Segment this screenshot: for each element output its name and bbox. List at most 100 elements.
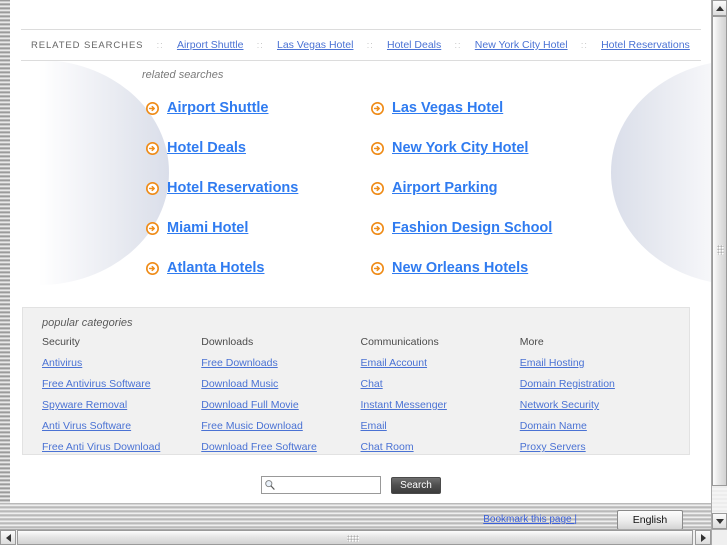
related-link-label[interactable]: Las Vegas Hotel: [392, 100, 503, 116]
topbar-link-new-york-city-hotel[interactable]: New York City Hotel: [475, 39, 568, 51]
category-link[interactable]: Domain Registration: [520, 378, 679, 390]
category-link[interactable]: Email Hosting: [520, 357, 679, 369]
category-link[interactable]: Download Free Software: [201, 441, 360, 453]
triangle-up-icon: [715, 5, 724, 11]
vertical-scrollbar-thumb[interactable]: [712, 16, 727, 486]
category-heading: Security: [42, 336, 80, 348]
arrow-circle-right-icon: [371, 181, 384, 195]
category-column-communications: Communications Email Account Chat Instan…: [361, 336, 520, 462]
language-selector[interactable]: English: [617, 510, 683, 530]
category-link[interactable]: Instant Messenger: [361, 399, 520, 411]
category-link[interactable]: Email Account: [361, 357, 520, 369]
arrow-circle-right-icon: [371, 101, 384, 115]
category-link[interactable]: Download Full Movie: [201, 399, 360, 411]
popular-categories-columns: Security Antivirus Free Antivirus Softwa…: [42, 336, 679, 462]
related-link-item[interactable]: Airport Parking: [371, 168, 586, 208]
related-link-item[interactable]: Atlanta Hotels: [146, 248, 371, 288]
horizontal-scrollbar[interactable]: [0, 529, 711, 545]
category-link[interactable]: Chat: [361, 378, 520, 390]
arrow-circle-right-icon: [371, 261, 384, 275]
category-link[interactable]: Email: [361, 420, 520, 432]
arrow-circle-right-icon: [371, 221, 384, 235]
popular-categories-panel: popular categories Security Antivirus Fr…: [22, 307, 690, 455]
related-link-label[interactable]: New York City Hotel: [392, 140, 528, 156]
arrow-circle-right-icon: [146, 221, 159, 235]
triangle-right-icon: [700, 533, 706, 542]
category-link[interactable]: Domain Name: [520, 420, 679, 432]
category-heading: Downloads: [201, 336, 254, 348]
topbar-link-hotel-deals[interactable]: Hotel Deals: [387, 39, 441, 51]
triangle-down-icon: [715, 518, 724, 524]
related-link-label[interactable]: Hotel Reservations: [167, 180, 298, 196]
triangle-left-icon: [5, 533, 11, 542]
related-link-label[interactable]: Miami Hotel: [167, 220, 248, 236]
grip-icon: [347, 535, 359, 542]
category-link[interactable]: Chat Room: [361, 441, 520, 453]
category-heading: Communications: [360, 336, 439, 348]
related-link-label[interactable]: Airport Parking: [392, 180, 498, 196]
scroll-right-button[interactable]: [695, 530, 711, 545]
scroll-down-button[interactable]: [712, 513, 727, 529]
category-link[interactable]: Network Security: [520, 399, 679, 411]
grip-icon: [717, 245, 724, 255]
category-link[interactable]: Free Downloads: [201, 357, 360, 369]
scroll-left-button[interactable]: [0, 530, 16, 545]
category-link[interactable]: Free Anti Virus Download: [42, 441, 201, 453]
search-row: Search: [261, 476, 441, 494]
related-link-label[interactable]: Fashion Design School: [392, 220, 552, 236]
related-link-item[interactable]: Airport Shuttle: [146, 88, 371, 128]
arrow-circle-right-icon: [146, 181, 159, 195]
related-searches-bar: RELATED SEARCHES :: Airport Shuttle :: L…: [21, 29, 701, 61]
related-link-item[interactable]: New York City Hotel: [371, 128, 586, 168]
related-link-item[interactable]: Hotel Reservations: [146, 168, 371, 208]
category-link[interactable]: Antivirus: [42, 357, 201, 369]
scroll-up-button[interactable]: [712, 0, 727, 16]
category-link[interactable]: Free Music Download: [201, 420, 360, 432]
search-icon: [265, 480, 275, 490]
horizontal-scrollbar-thumb[interactable]: [17, 530, 693, 545]
arrow-circle-right-icon: [146, 261, 159, 275]
related-searches-heading: related searches: [142, 69, 224, 81]
search-button[interactable]: Search: [391, 476, 441, 494]
related-link-item[interactable]: Hotel Deals: [146, 128, 371, 168]
related-link-label[interactable]: Airport Shuttle: [167, 100, 269, 116]
browser-viewport: RELATED SEARCHES :: Airport Shuttle :: L…: [0, 0, 727, 545]
vertical-scrollbar-track[interactable]: [712, 16, 727, 513]
category-link[interactable]: Proxy Servers: [520, 441, 679, 453]
arrow-circle-right-icon: [146, 141, 159, 155]
bookmark-this-page-link[interactable]: Bookmark this page |: [483, 514, 577, 525]
separator-dots: ::: [256, 40, 264, 50]
category-column-downloads: Downloads Free Downloads Download Music …: [201, 336, 360, 462]
category-column-security: Security Antivirus Free Antivirus Softwa…: [42, 336, 201, 462]
search-input-wrapper[interactable]: [261, 476, 381, 494]
category-link[interactable]: Free Antivirus Software: [42, 378, 201, 390]
related-link-label[interactable]: New Orleans Hotels: [392, 260, 528, 276]
scrollbar-corner: [711, 529, 727, 545]
topbar-link-airport-shuttle[interactable]: Airport Shuttle: [177, 39, 244, 51]
separator-dots: ::: [366, 40, 374, 50]
search-input[interactable]: [276, 479, 374, 491]
category-link[interactable]: Anti Virus Software: [42, 420, 201, 432]
topbar-link-las-vegas-hotel[interactable]: Las Vegas Hotel: [277, 39, 353, 51]
left-edge-texture: [0, 0, 10, 505]
category-link[interactable]: Download Music: [201, 378, 360, 390]
related-link-item[interactable]: Miami Hotel: [146, 208, 371, 248]
arrow-circle-right-icon: [371, 141, 384, 155]
related-searches-bar-label: RELATED SEARCHES: [31, 39, 144, 51]
related-link-label[interactable]: Hotel Deals: [167, 140, 246, 156]
separator-dots: ::: [580, 40, 588, 50]
related-link-item[interactable]: Las Vegas Hotel: [371, 88, 586, 128]
category-heading: More: [519, 336, 544, 348]
vertical-scrollbar[interactable]: [711, 0, 727, 529]
topbar-link-hotel-reservations[interactable]: Hotel Reservations: [601, 39, 690, 51]
related-link-item[interactable]: New Orleans Hotels: [371, 248, 586, 288]
category-column-more: More Email Hosting Domain Registration N…: [520, 336, 679, 462]
page-content: RELATED SEARCHES :: Airport Shuttle :: L…: [11, 0, 711, 503]
separator-dots: ::: [454, 40, 462, 50]
related-searches-grid: Airport Shuttle Las Vegas Hotel Hotel De…: [146, 88, 586, 288]
related-link-label[interactable]: Atlanta Hotels: [167, 260, 265, 276]
category-link[interactable]: Spyware Removal: [42, 399, 201, 411]
separator-dots: ::: [156, 40, 164, 50]
related-link-item[interactable]: Fashion Design School: [371, 208, 586, 248]
footer-bar: Bookmark this page | English: [0, 503, 711, 530]
